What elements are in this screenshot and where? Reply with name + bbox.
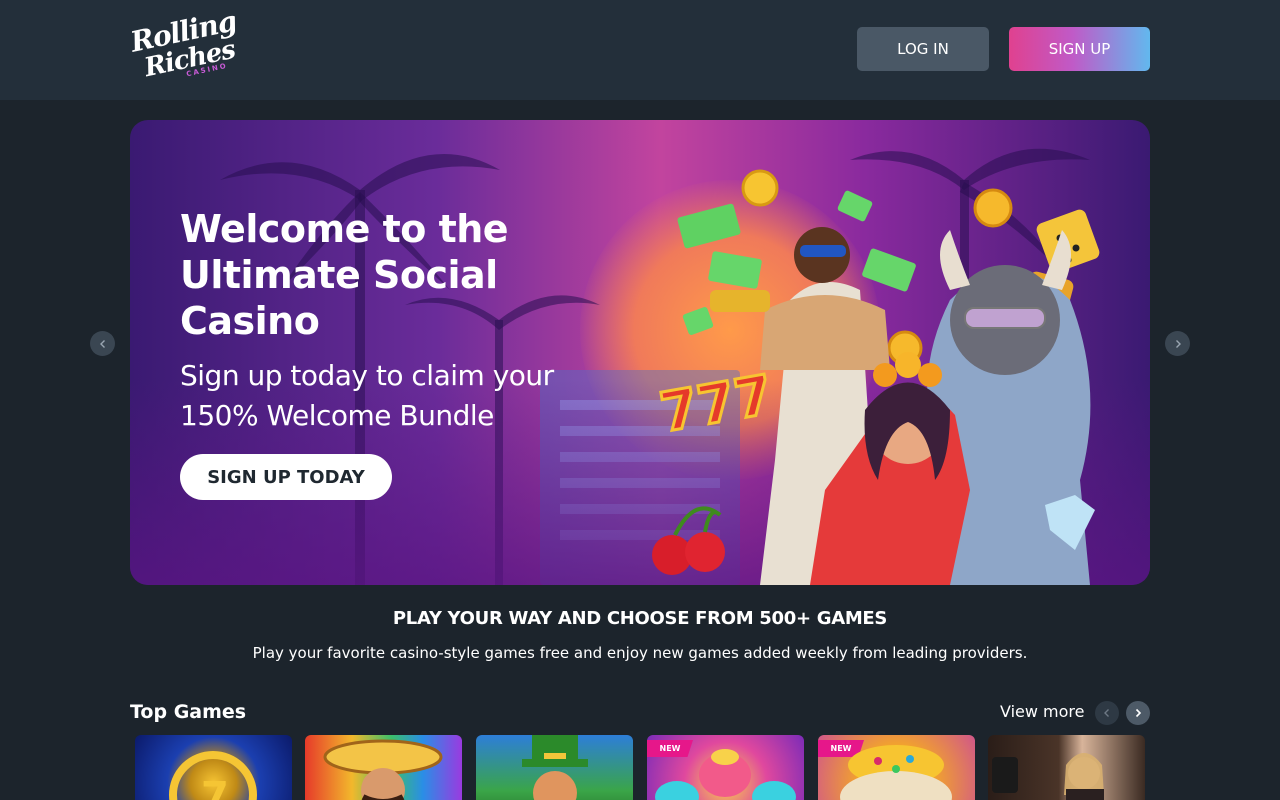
chevron-right-icon (1175, 339, 1181, 348)
games-prev-button[interactable] (1095, 701, 1119, 725)
hero-characters-illustration: 777 (652, 169, 1100, 585)
hero-subtitle: Sign up today to claim your 150% Welcome… (180, 359, 554, 432)
game-tile[interactable]: NEW (647, 735, 804, 800)
site-header: Rolling Riches CASINO LOG IN SIGN UP (0, 0, 1280, 100)
game-tile[interactable]: 7 (135, 735, 292, 800)
chevron-left-icon (99, 339, 105, 348)
game-tile[interactable] (988, 735, 1145, 800)
svg-text:777: 777 (655, 363, 777, 445)
game-tile[interactable]: NEW (818, 735, 975, 800)
game-tile[interactable] (476, 735, 633, 800)
carousel-next-button[interactable] (1165, 331, 1190, 356)
top-games-heading: Top Games (130, 701, 247, 723)
signup-button[interactable]: SIGN UP (1009, 27, 1150, 71)
chevron-right-icon (1135, 708, 1142, 718)
login-button[interactable]: LOG IN (857, 27, 989, 71)
game-artwork (840, 745, 952, 800)
game-artwork (522, 735, 588, 800)
game-artwork (323, 739, 443, 800)
chevron-left-icon (1104, 709, 1109, 717)
game-artwork (992, 753, 1104, 800)
games-count-heading: PLAY YOUR WAY AND CHOOSE FROM 500+ GAMES (392, 608, 888, 629)
hero-title: Welcome to the Ultimate Social Casino (180, 207, 509, 343)
view-more-link[interactable]: View more (1000, 702, 1085, 721)
svg-text:7: 7 (201, 774, 229, 800)
game-tile[interactable] (305, 735, 462, 800)
site-logo[interactable]: Rolling Riches CASINO (128, 4, 248, 86)
hero-banner[interactable]: Welcome to the Ultimate Social Casino Si… (130, 120, 1150, 585)
carousel-prev-button[interactable] (90, 331, 115, 356)
signup-today-button[interactable]: SIGN UP TODAY (180, 454, 392, 500)
games-description: Play your favorite casino-style games fr… (252, 644, 1028, 662)
game-artwork: 7 (169, 751, 257, 800)
games-next-button[interactable] (1126, 701, 1150, 725)
game-artwork (655, 749, 796, 800)
